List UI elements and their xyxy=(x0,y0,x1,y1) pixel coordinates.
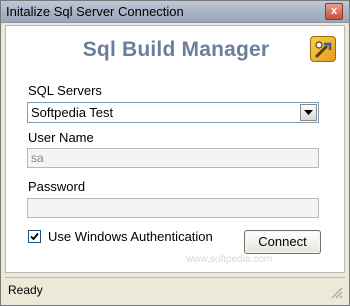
sql-servers-label: SQL Servers xyxy=(28,83,102,98)
windows-auth-checkbox[interactable] xyxy=(28,230,41,243)
checkmark-icon xyxy=(30,232,39,241)
chevron-down-icon[interactable] xyxy=(300,104,317,121)
username-label: User Name xyxy=(28,130,94,145)
title-bar: Initalize Sql Server Connection x xyxy=(1,1,349,23)
status-bar: Ready xyxy=(5,277,345,301)
app-title: Sql Build Manager xyxy=(82,38,270,61)
username-field[interactable] xyxy=(27,148,319,168)
sql-servers-selected: Softpedia Test xyxy=(31,105,114,120)
windows-auth-label[interactable]: Use Windows Authentication xyxy=(48,229,213,244)
main-panel: Sql Build Manager SQL Servers Softpedia … xyxy=(5,25,345,273)
password-label: Password xyxy=(28,179,86,194)
connection-window: Initalize Sql Server Connection x Sql Bu… xyxy=(0,0,350,306)
status-text: Ready xyxy=(8,283,43,297)
watermark: www.softpedia.com xyxy=(186,254,273,265)
app-tools-icon xyxy=(310,36,336,62)
close-button[interactable]: x xyxy=(325,3,343,20)
resize-grip-icon[interactable] xyxy=(331,287,343,299)
window-title: Initalize Sql Server Connection xyxy=(6,4,184,19)
sql-servers-dropdown[interactable]: Softpedia Test xyxy=(27,102,319,123)
password-field[interactable] xyxy=(27,198,319,218)
close-icon: x xyxy=(330,5,338,17)
connect-button[interactable]: Connect xyxy=(244,230,321,254)
